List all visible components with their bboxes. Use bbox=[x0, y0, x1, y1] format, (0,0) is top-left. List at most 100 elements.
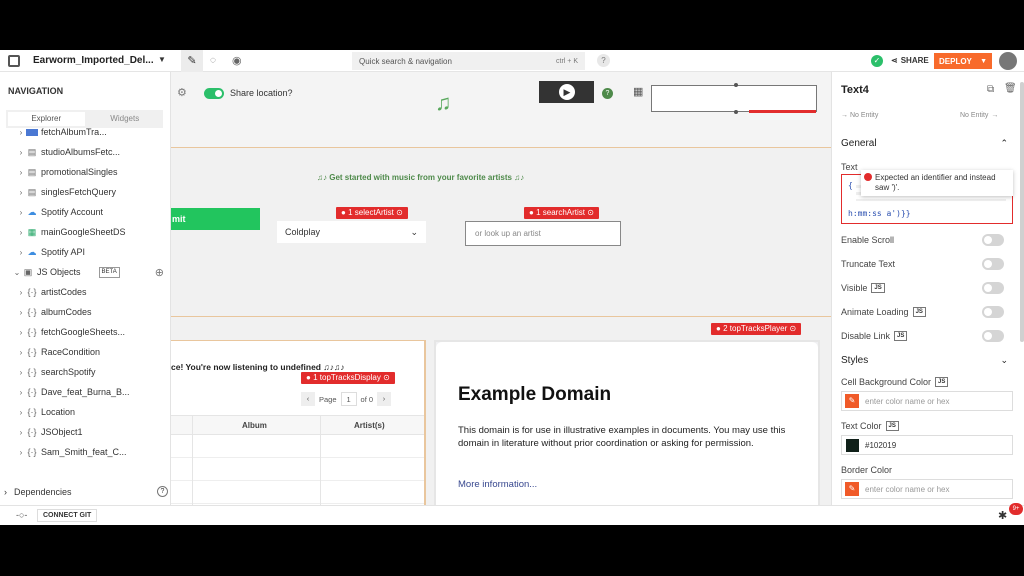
dependencies-row[interactable]: › Dependencies ? bbox=[4, 486, 168, 497]
more-information-link[interactable]: More information... bbox=[458, 479, 537, 490]
search-artist-input[interactable]: or look up an artist bbox=[465, 221, 621, 246]
iframe-widget[interactable]: Example Domain This domain is for use in… bbox=[434, 340, 820, 505]
top-tracks-display-tag[interactable]: ● 1 topTracksDisplay ⊙ bbox=[301, 372, 395, 384]
search-bar[interactable]: Quick search & navigation ctrl + K bbox=[352, 52, 585, 70]
connect-git-button[interactable]: CONNECT GIT bbox=[37, 509, 98, 522]
color-picker-icon[interactable]: ✎ bbox=[845, 482, 859, 496]
animate-loading-toggle[interactable] bbox=[982, 306, 1004, 318]
list-item[interactable]: › {·} fetchGoogleSheets... bbox=[16, 322, 186, 342]
submit-button[interactable]: mit bbox=[171, 208, 260, 230]
query-icon: ▤ bbox=[27, 186, 37, 197]
share-location-toggle[interactable] bbox=[204, 88, 224, 99]
settings-icon[interactable]: ⚙ bbox=[177, 86, 187, 99]
disable-link-toggle[interactable] bbox=[982, 330, 1004, 342]
list-item[interactable]: › fetchAlbumTra... bbox=[16, 122, 186, 142]
scrollbar[interactable] bbox=[1020, 82, 1024, 342]
prev-page-button[interactable]: ‹ bbox=[301, 392, 315, 406]
chevron-right-icon: › bbox=[19, 447, 23, 457]
help-icon[interactable]: ? bbox=[157, 486, 168, 497]
list-item[interactable]: › ▦ mainGoogleSheetDS bbox=[16, 222, 186, 242]
column-header-artists[interactable]: Artist(s) bbox=[354, 421, 385, 430]
truncate-text-toggle[interactable] bbox=[982, 258, 1004, 270]
enable-scroll-toggle[interactable] bbox=[982, 234, 1004, 246]
color-picker-icon[interactable]: ✎ bbox=[845, 394, 859, 408]
color-swatch[interactable] bbox=[846, 438, 859, 452]
copy-icon[interactable]: ⧉ bbox=[987, 84, 994, 95]
list-item[interactable]: › {·} RaceCondition bbox=[16, 342, 186, 362]
error-icon bbox=[864, 173, 872, 181]
search-artist-tag[interactable]: ● 1 searchArtist ⊙ bbox=[524, 207, 599, 219]
next-page-button[interactable]: › bbox=[377, 392, 392, 406]
avatar[interactable] bbox=[999, 52, 1017, 70]
divider bbox=[171, 316, 831, 317]
eye-icon[interactable]: ◉ bbox=[232, 54, 242, 67]
braces-icon: {·} bbox=[27, 327, 37, 337]
js-toggle-button[interactable]: JS bbox=[912, 307, 926, 317]
play-button[interactable]: ▶ bbox=[559, 84, 575, 100]
chevron-up-icon: ⌃ bbox=[1000, 138, 1008, 148]
text-label: Text bbox=[841, 162, 858, 172]
submit-label: mit bbox=[172, 214, 186, 224]
list-item[interactable]: › ☁ Spotify API bbox=[16, 242, 186, 262]
widget-name[interactable]: Text4 bbox=[841, 84, 869, 96]
chevron-down-icon[interactable]: ▼ bbox=[158, 55, 166, 64]
notification-badge[interactable]: 9+ bbox=[1009, 503, 1023, 515]
cell-bg-color-input[interactable]: ✎ enter color name or hex bbox=[841, 391, 1013, 411]
column-header-album[interactable]: Album bbox=[242, 421, 267, 430]
section-styles[interactable]: Styles ⌄ bbox=[841, 355, 1008, 366]
list-item[interactable]: › {·} albumCodes bbox=[16, 302, 186, 322]
top-tracks-player-tag[interactable]: ● 2 topTracksPlayer ⊙ bbox=[711, 323, 802, 335]
list-item[interactable]: › ▤ singlesFetchQuery bbox=[16, 182, 186, 202]
text-color-input[interactable]: #102019 bbox=[841, 435, 1013, 455]
bug-icon[interactable]: ✱ bbox=[998, 509, 1007, 522]
resize-handle[interactable] bbox=[734, 110, 738, 114]
color-placeholder: enter color name or hex bbox=[865, 396, 950, 406]
list-item[interactable]: › {·} searchSpotify bbox=[16, 362, 186, 382]
js-toggle-button[interactable]: JS bbox=[894, 331, 908, 341]
error-dot-icon: ● bbox=[716, 324, 721, 333]
entity-left[interactable]: → No Entity bbox=[841, 112, 878, 119]
js-toggle-button[interactable]: JS bbox=[871, 283, 885, 293]
edit-mode-button[interactable]: ✎ bbox=[181, 50, 203, 72]
share-button[interactable]: ⋖ SHARE bbox=[891, 56, 929, 65]
table-body bbox=[171, 415, 424, 505]
section-general[interactable]: General ⌃ bbox=[841, 138, 1008, 149]
share-location-label: Share location? bbox=[230, 88, 293, 98]
video-player[interactable]: ▶ bbox=[539, 81, 594, 103]
entity-right[interactable]: No Entity → bbox=[960, 112, 998, 119]
deploy-label: DEPLOY bbox=[939, 56, 972, 66]
js-toggle-button[interactable]: JS bbox=[935, 377, 949, 387]
list-item[interactable]: › ▤ studioAlbumsFetc... bbox=[16, 142, 186, 162]
js-objects-group[interactable]: ⌄ ▣ JS Objects BETA ⊕ bbox=[12, 262, 170, 282]
comment-icon[interactable]: ◌ bbox=[210, 55, 216, 66]
resize-handle[interactable] bbox=[734, 83, 738, 87]
list-item[interactable]: › ▤ promotionalSingles bbox=[16, 162, 186, 182]
truncate-text-label: Truncate Text bbox=[841, 259, 896, 269]
deploy-button[interactable]: DEPLOY ▼ bbox=[934, 53, 992, 69]
help-circle-icon[interactable]: ? bbox=[602, 88, 613, 99]
text-color-value: #102019 bbox=[865, 440, 897, 450]
delete-icon[interactable]: 🗑 bbox=[1004, 83, 1017, 94]
help-icon[interactable]: ? bbox=[597, 54, 610, 67]
list-item[interactable]: › {·} Sam_Smith_feat_C... bbox=[16, 442, 186, 462]
list-item[interactable]: › {·} Location bbox=[16, 402, 186, 422]
selected-text-widget[interactable] bbox=[651, 83, 817, 114]
page-input[interactable]: 1 bbox=[340, 392, 357, 406]
app-logo-icon[interactable] bbox=[8, 55, 20, 67]
page-title: Example Domain bbox=[458, 384, 612, 405]
chevron-right-icon: › bbox=[19, 307, 23, 317]
select-artist-tag[interactable]: ● 1 selectArtist ⊙ bbox=[336, 207, 408, 219]
list-item[interactable]: › ☁ Spotify Account bbox=[16, 202, 186, 222]
artist-select[interactable]: Coldplay ⌄ bbox=[277, 221, 426, 243]
visible-toggle[interactable] bbox=[982, 282, 1004, 294]
select-artist-error-count: 1 bbox=[348, 208, 353, 217]
js-toggle-button[interactable]: JS bbox=[885, 421, 899, 431]
border-color-input[interactable]: ✎ enter color name or hex bbox=[841, 479, 1013, 499]
list-item[interactable]: › {·} Dave_feat_Burna_B... bbox=[16, 382, 186, 402]
list-item[interactable]: › {·} artistCodes bbox=[16, 282, 186, 302]
app-name[interactable]: Earworm_Imported_Del... bbox=[33, 55, 154, 66]
add-icon[interactable]: ⊕ bbox=[155, 266, 164, 279]
calendar-icon[interactable]: ▦ bbox=[633, 85, 643, 98]
list-item[interactable]: › {·} JSObject1 bbox=[16, 422, 186, 442]
page-label: Page bbox=[319, 394, 337, 404]
